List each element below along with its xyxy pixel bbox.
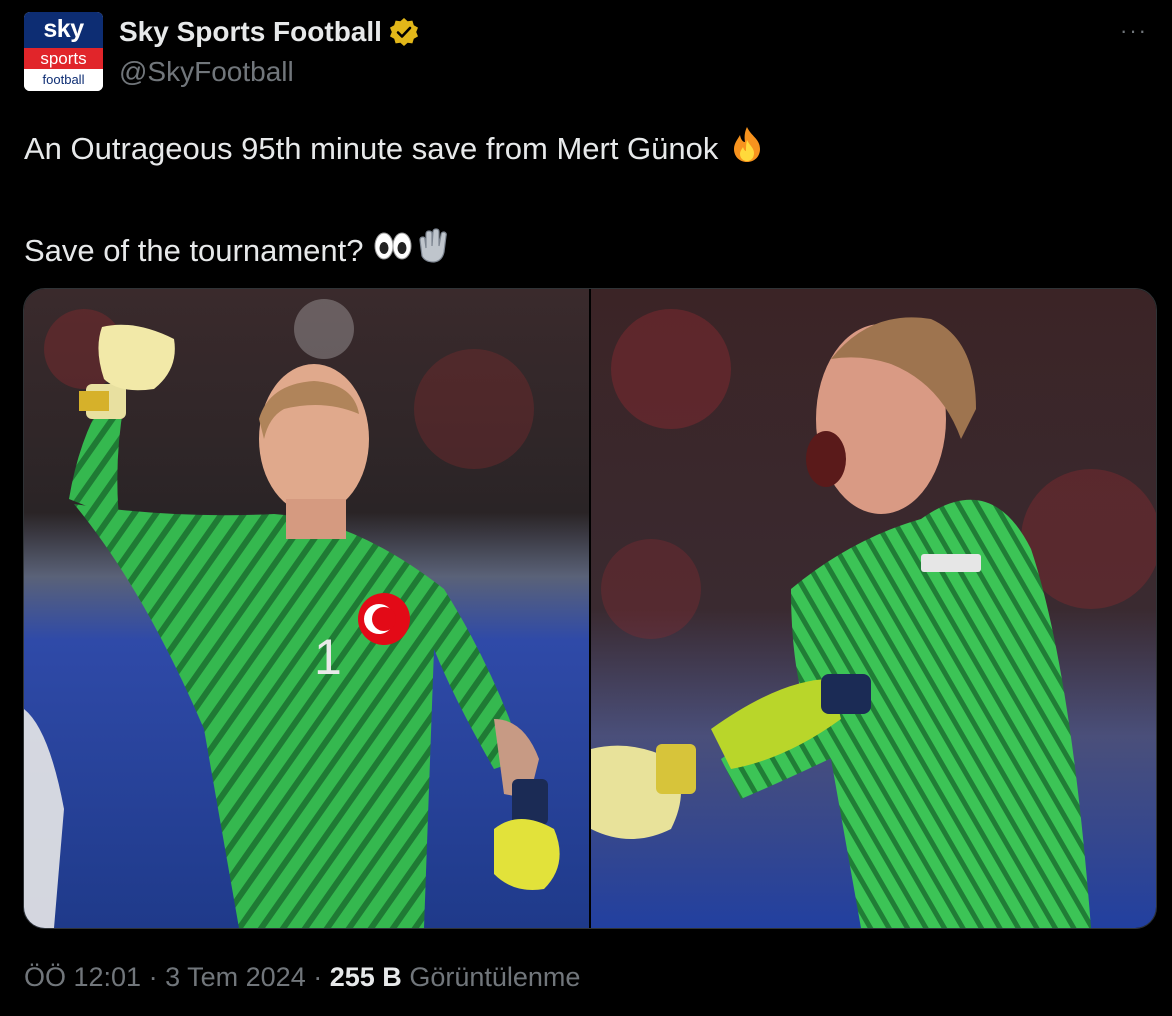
- account-avatar[interactable]: sky sports football: [24, 12, 103, 91]
- goalkeeper-celebration-shout-photo[interactable]: [591, 289, 1156, 928]
- tweet-media-grid[interactable]: 1: [23, 288, 1157, 929]
- verified-badge-icon[interactable]: [388, 16, 420, 48]
- goalkeeper-fist-pump-photo[interactable]: 1: [24, 289, 589, 928]
- svg-text:1: 1: [314, 629, 342, 685]
- account-name-row[interactable]: Sky Sports Football: [119, 16, 420, 48]
- tweet-text: An Outrageous 95th minute save from Mert…: [24, 124, 767, 280]
- tweet-line-1-text: An Outrageous 95th minute save from Mert…: [24, 131, 719, 167]
- account-handle[interactable]: @SkyFootball: [119, 56, 294, 88]
- tweet-meta: ÖÖ 12:01 · 3 Tem 2024 · 255 B Görüntülen…: [24, 962, 580, 993]
- avatar-sky-text: sky: [24, 12, 103, 48]
- views-count: 255 B: [329, 962, 402, 992]
- avatar-sports-text: sports: [24, 48, 103, 69]
- meta-separator: ·: [148, 962, 158, 992]
- tweet-time[interactable]: ÖÖ 12:01: [24, 962, 141, 992]
- tweet-line-2: Save of the tournament?: [24, 226, 767, 280]
- avatar-football-text: football: [24, 69, 103, 91]
- tweet-blank-line: [24, 178, 767, 226]
- meta-separator-2: ·: [313, 962, 323, 992]
- more-options-icon[interactable]: ···: [1120, 18, 1148, 44]
- fire-emoji-icon: [727, 124, 767, 178]
- eyes-emoji-icon: [372, 226, 414, 280]
- goalkeeper-glove-emoji-icon: [414, 226, 454, 280]
- tweet-line-1: An Outrageous 95th minute save from Mert…: [24, 124, 767, 178]
- views-label: Görüntülenme: [409, 962, 581, 992]
- tweet-date[interactable]: 3 Tem 2024: [165, 962, 306, 992]
- display-name[interactable]: Sky Sports Football: [119, 16, 382, 48]
- tweet-line-2-text: Save of the tournament?: [24, 233, 364, 269]
